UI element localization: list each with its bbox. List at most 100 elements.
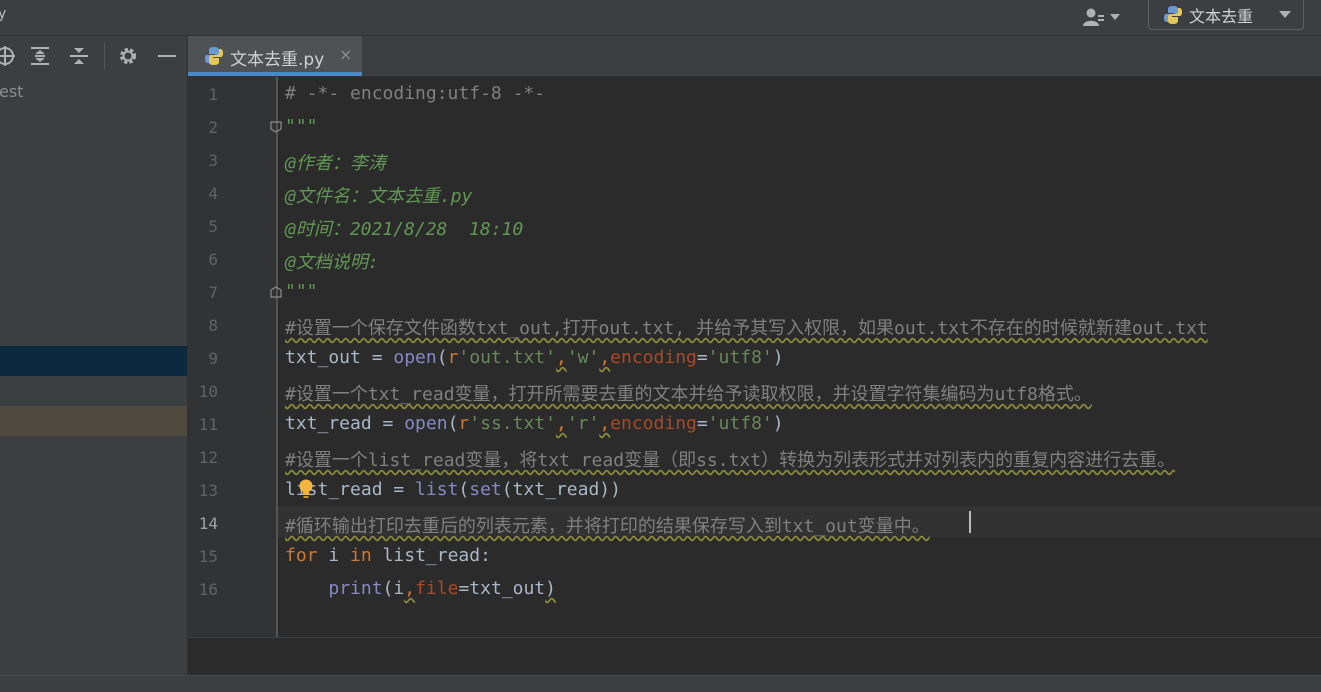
text-caret [969, 511, 971, 533]
code-token: (txt_read)) [501, 479, 621, 500]
user-menu-button[interactable] [1082, 5, 1124, 29]
code-token: , [599, 347, 611, 368]
code-token: # -*- encoding:utf-8 -*- [285, 83, 546, 104]
line-number: 13 [198, 481, 218, 500]
code-token: @文档说明: [285, 252, 379, 273]
code-token: , [404, 578, 416, 599]
code-line: #循环输出打印去重后的列表元素，并将打印的结果保存写入到txt_out变量中。 [285, 512, 930, 538]
line-number: 6 [208, 250, 218, 269]
code-line: # -*- encoding:utf-8 -*- [285, 83, 545, 104]
code-line: @作者：李涛 [285, 149, 386, 175]
line-number: 1 [208, 85, 218, 104]
code-token: in [350, 545, 383, 566]
code-token: r [447, 347, 459, 368]
code-token: set [469, 479, 502, 500]
code-token: =txt_out [458, 578, 546, 599]
code-token: open [404, 413, 448, 434]
code-token: ( [447, 413, 459, 434]
project-toolbar [0, 36, 187, 76]
active-tab-indicator [188, 72, 362, 76]
code-token: """ [285, 281, 318, 302]
line-number: 2 [208, 118, 218, 137]
code-token: , [555, 347, 567, 368]
code-token: list_read: [382, 545, 491, 566]
gear-icon[interactable] [117, 45, 139, 67]
line-number: 11 [198, 415, 218, 434]
intention-bulb-icon[interactable] [298, 479, 314, 499]
run-configuration-selector[interactable]: 文本去重 [1148, 0, 1304, 30]
code-token: , [599, 413, 611, 434]
code-line: print(i,file=txt_out) [285, 578, 556, 599]
code-token: 'ss.txt' [469, 413, 556, 434]
code-token: encoding [610, 347, 697, 368]
project-panel: est [0, 36, 188, 676]
line-number: 15 [198, 547, 218, 566]
line-number: 3 [208, 151, 218, 170]
code-token: txt_out = [285, 347, 394, 368]
line-number-gutter: 1 2 3 4 5 6 7 8 9 10 11 12 13 14 15 16 [188, 77, 276, 637]
code-line: #设置一个list_read变量，将txt_read变量（即ss.txt）转换为… [285, 446, 1175, 472]
code-line: #设置一个txt_read变量，打开所需要去重的文本并给予读取权限，并设置字符集… [285, 380, 1092, 406]
code-token: list [415, 479, 459, 500]
code-token: """ [285, 116, 318, 137]
python-file-icon [205, 47, 223, 65]
code-line: """ [285, 281, 318, 302]
code-token: i [328, 545, 351, 566]
toolbar-separator [104, 42, 105, 70]
minimize-icon[interactable] [156, 45, 178, 67]
code-token: @文件名：文本去重.py [285, 186, 473, 207]
collapse-all-icon[interactable] [68, 45, 90, 67]
fold-icon[interactable] [270, 121, 282, 133]
code-token: txt_read = [285, 413, 405, 434]
run-configuration-label: 文本去重 [1189, 6, 1254, 26]
code-token: #设置一个list_read变量，将txt_read变量（即ss.txt）转换为… [285, 450, 1176, 471]
code-editor[interactable]: 1 2 3 4 5 6 7 8 9 10 11 12 13 14 15 16 # -*- encoding:u… [188, 77, 1321, 637]
code-token: = [696, 347, 708, 368]
target-icon[interactable] [0, 45, 16, 67]
code-token: ( [436, 347, 448, 368]
close-icon[interactable]: × [339, 45, 352, 64]
status-bar [0, 675, 1321, 692]
project-tree-item-fragment[interactable]: est [0, 82, 23, 101]
line-number: 4 [208, 184, 218, 203]
gutter-separator [276, 77, 278, 637]
code-line: list_read = list(set(txt_read)) [285, 479, 621, 500]
line-number: 10 [198, 382, 218, 401]
project-tree-highlighted-row[interactable] [0, 406, 187, 436]
code-line: #设置一个保存文件函数txt_out,打开out.txt, 并给予其写入权限，如… [285, 314, 1208, 340]
code-token: #循环输出打印去重后的列表元素，并将打印的结果保存写入到txt_out变量中。 [285, 516, 930, 537]
code-token: ) [545, 578, 556, 599]
editor-tab[interactable]: 文本去重.py × [188, 36, 362, 76]
code-token: (i [382, 578, 405, 599]
user-icon [1083, 8, 1104, 26]
editor-tab-bar: 文本去重.py × [188, 36, 1321, 77]
code-token: encoding [610, 413, 697, 434]
code-token: print [328, 578, 383, 599]
line-number: 5 [208, 217, 218, 236]
code-token: file [415, 578, 459, 599]
python-icon [1164, 5, 1182, 24]
chevron-down-icon [1110, 14, 1120, 20]
code-line: @时间：2021/8/28 18:10 [285, 215, 523, 241]
project-tree-selected-row[interactable] [0, 346, 187, 376]
code-line: @文档说明: [285, 248, 379, 274]
line-number: 14 [198, 514, 218, 533]
line-number: 12 [198, 448, 218, 467]
code-line: """ [285, 116, 318, 137]
code-token: r [458, 413, 470, 434]
line-number: 8 [208, 316, 218, 335]
window-title-fragment: y [0, 6, 7, 22]
expand-all-icon[interactable] [29, 45, 51, 67]
code-token: #设置一个txt_read变量，打开所需要去重的文本并给予读取权限，并设置字符集… [285, 384, 1092, 405]
code-token: open [393, 347, 437, 368]
code-token: 'utf8' [707, 413, 773, 434]
code-line: for i in list_read: [285, 545, 491, 566]
line-number: 9 [208, 349, 218, 368]
code-line: txt_out = open(r'out.txt','w',encoding='… [285, 347, 784, 368]
code-token: 'out.txt' [458, 347, 556, 368]
code-token: for [285, 545, 329, 566]
fold-icon[interactable] [270, 286, 282, 298]
code-token: ) [772, 347, 784, 368]
code-token: @作者：李涛 [285, 153, 386, 174]
